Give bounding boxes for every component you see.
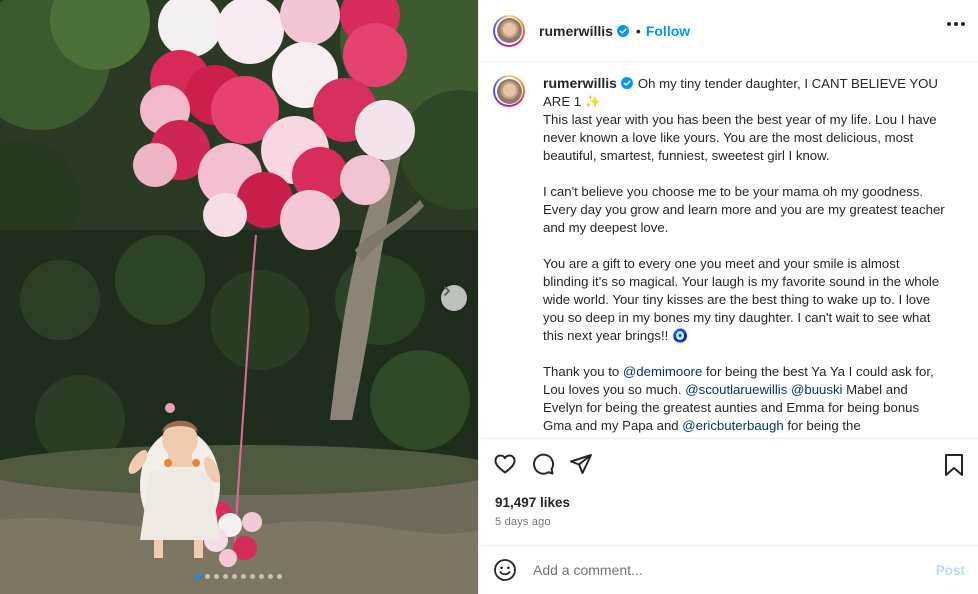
likes-count[interactable]: 91,497 likes <box>495 495 570 510</box>
sparkles-emoji-icon: ✨ <box>584 94 601 109</box>
paper-plane-icon <box>570 454 592 474</box>
mention-buuski[interactable]: @buuski <box>791 382 843 397</box>
chevron-right-icon <box>444 286 450 296</box>
carousel-dot <box>268 574 273 579</box>
smiley-icon <box>494 559 516 581</box>
carousel-indicator <box>0 574 478 582</box>
verified-badge-icon <box>620 77 633 89</box>
carousel-dot <box>205 574 210 579</box>
caption-text: rumerwillis Oh my tiny tender daughter, I… <box>543 74 947 438</box>
separator-dot: • <box>635 22 641 39</box>
carousel-dot <box>196 574 201 579</box>
photo-scene <box>0 0 478 594</box>
bookmark-icon <box>945 454 963 476</box>
post-comment-button[interactable]: Post <box>936 563 965 578</box>
caption-avatar[interactable] <box>493 75 525 107</box>
comment-button[interactable] <box>531 452 555 476</box>
save-button[interactable] <box>943 453 965 482</box>
mention-scoutlaruewillis[interactable]: @scoutlaruewillis <box>685 382 787 397</box>
post-side-panel: rumerwillis • Follow rumerwillis Oh my ti… <box>478 0 978 594</box>
caption-paragraph-1: This last year with you has been the bes… <box>543 112 937 163</box>
action-bar <box>479 439 978 489</box>
post-timestamp[interactable]: 5 days ago <box>495 516 551 528</box>
post-header: rumerwillis • Follow <box>479 0 978 62</box>
comment-bar: Post <box>479 545 978 594</box>
mention-ericbuterbaugh[interactable]: @ericbuterbaugh <box>682 418 783 433</box>
verified-badge-icon <box>616 24 629 37</box>
comment-icon <box>533 453 555 475</box>
evil-eye-emoji-icon: 🧿 <box>672 328 689 343</box>
carousel-dot <box>214 574 219 579</box>
carousel-dot <box>250 574 255 579</box>
carousel-dot <box>232 574 237 579</box>
caption-paragraph-4a: Thank you to <box>543 364 620 379</box>
caption-username[interactable]: rumerwillis <box>543 75 617 91</box>
share-button[interactable] <box>569 452 593 476</box>
next-slide-button[interactable] <box>441 285 467 311</box>
like-button[interactable] <box>493 452 517 476</box>
carousel-dot <box>241 574 246 579</box>
mention-demimoore[interactable]: @demimoore <box>623 364 702 379</box>
avatar[interactable] <box>493 14 525 47</box>
comment-input[interactable] <box>531 561 936 579</box>
caption-paragraph-3: You are a gift to every one you meet and… <box>543 256 940 343</box>
caption-paragraph-4d: for being the <box>787 418 861 433</box>
carousel-dot <box>223 574 228 579</box>
carousel-dot <box>277 574 282 579</box>
caption-paragraph-2: I can't believe you choose me to be your… <box>543 184 945 235</box>
header-username[interactable]: rumerwillis <box>539 23 613 39</box>
post-photo[interactable] <box>0 0 478 594</box>
follow-button[interactable]: Follow <box>646 23 690 39</box>
more-options-icon[interactable] <box>947 22 965 26</box>
emoji-button[interactable] <box>493 558 517 582</box>
heart-icon <box>494 454 516 474</box>
carousel-dot <box>259 574 264 579</box>
caption-scroll-area[interactable]: rumerwillis Oh my tiny tender daughter, I… <box>479 62 978 439</box>
